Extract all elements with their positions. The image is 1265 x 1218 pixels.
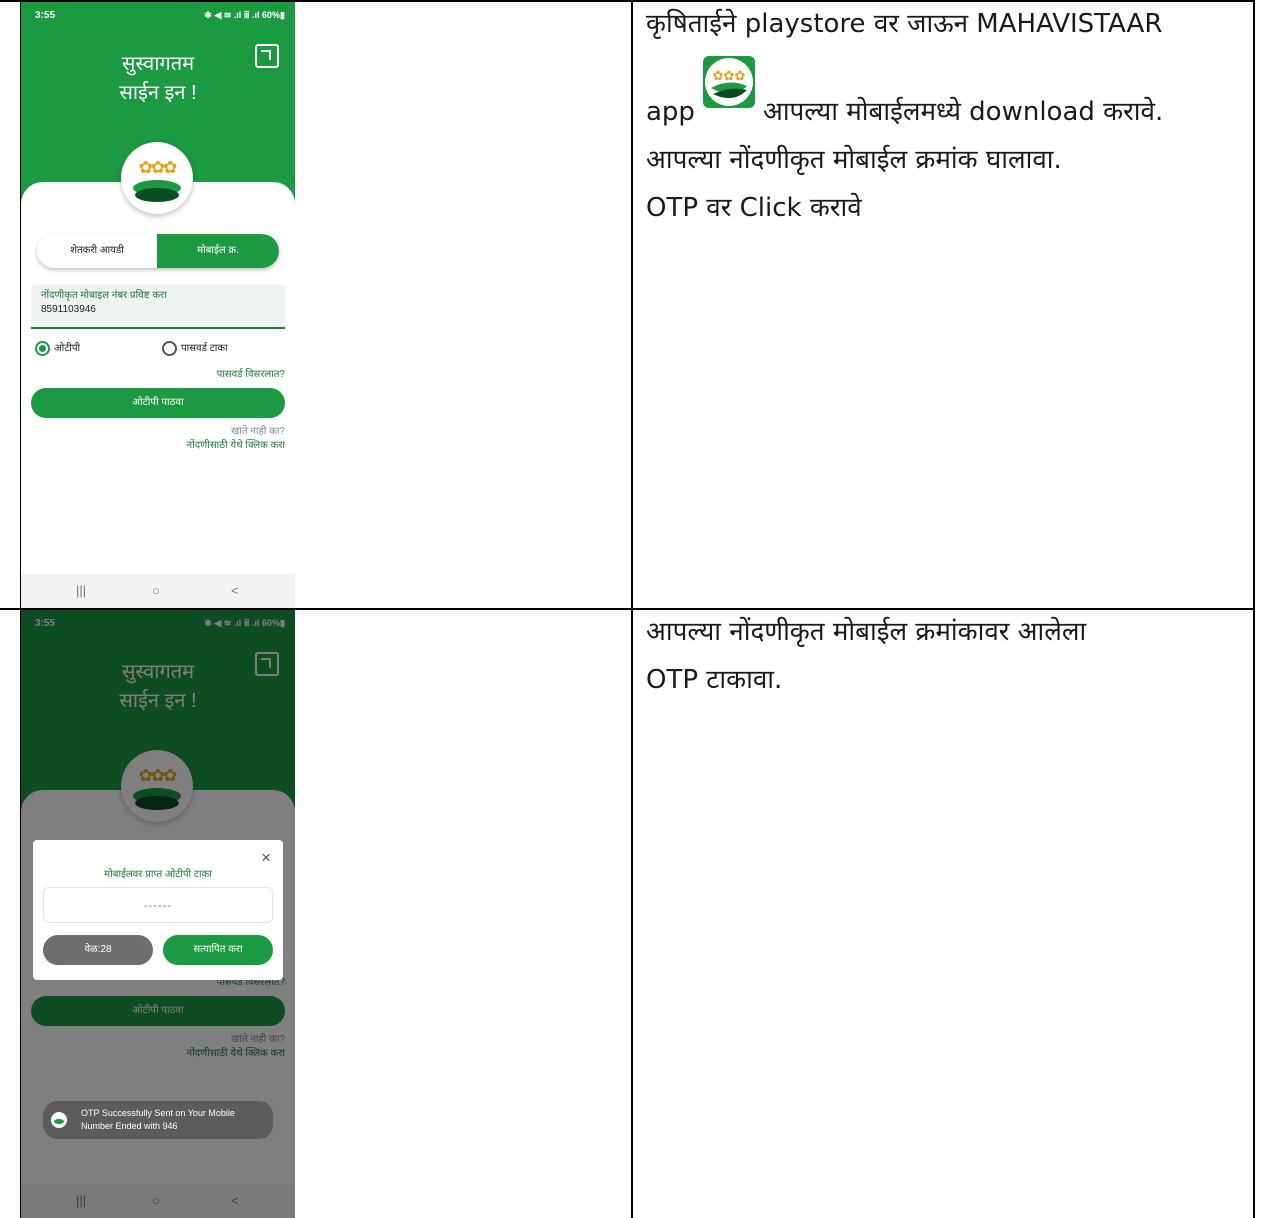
row1-line2: app ✿✿✿ आपल्या मोबाईलमध्ये download कराव…	[646, 56, 1164, 136]
row1-description: कृषिताईने playstore वर जाऊन MAHAVISTAAR …	[646, 0, 1163, 232]
close-icon[interactable]: ×	[261, 848, 271, 868]
welcome-heading: सुस्वागतम साईन इन !	[21, 50, 295, 108]
nav-recent-button[interactable]: |||	[76, 583, 86, 598]
status-icons: ✱ ◀ ≋ .ıl ⅲ .ıl 60%▮	[204, 10, 285, 20]
otp-dialog-title: मोबाईलवर प्राप्त ओटीपी टाका	[104, 869, 212, 880]
status-bar: 3:55 ✱ ◀ ≋ .ıl ⅲ .ıl 60%▮	[35, 10, 285, 24]
otp-sent-toast: OTP Successfully Sent on Your Mobile Num…	[43, 1101, 273, 1139]
svg-text:✿✿✿: ✿✿✿	[713, 69, 746, 84]
mahavistaar-logo-icon	[51, 1112, 67, 1128]
mobile-field-label: नोंदणीकृत मोबाइल नंबर प्रविष्ट करा	[41, 290, 167, 301]
otp-input[interactable]: ------	[43, 887, 273, 923]
row1-line3: आपल्या नोंदणीकृत मोबाईल क्रमांक घालावा.	[646, 145, 1062, 175]
radio-otp-label: ओटीपी	[54, 343, 81, 354]
row1-line4: OTP वर Click करावे	[646, 193, 862, 223]
status-time: 3:55	[35, 10, 56, 21]
toast-line2: Number Ended with 946	[81, 1121, 178, 1131]
toast-line1: OTP Successfully Sent on Your Mobile	[81, 1108, 235, 1118]
resend-timer-button[interactable]: वेळ:28	[43, 935, 153, 965]
register-link[interactable]: नोंदणीसाठी येथे क्लिक करा	[187, 437, 285, 451]
mahavistaar-logo-icon: ✿✿✿	[121, 142, 193, 214]
row1-line2-after: आपल्या मोबाईलमध्ये download करावे.	[762, 97, 1164, 127]
row2-line2: OTP टाकावा.	[646, 665, 783, 695]
forgot-password-link[interactable]: पासवर्ड विसरलात?	[217, 366, 285, 380]
table-column-divider	[631, 0, 633, 1218]
radio-password-label: पासवर्ड टाका	[181, 343, 228, 354]
phone-screenshot-otp: 3:55 ✱ ◀ ≋ .ıl ⅲ .ıl 60%▮ सुस्वागतम साईन…	[21, 610, 295, 1218]
radio-otp[interactable]	[35, 341, 50, 356]
login-mode-toggle: शेतकरी आयडी मोबाईल क्र.	[37, 234, 279, 268]
row1-line2-before: app	[646, 97, 695, 127]
welcome-line2: साईन इन !	[119, 82, 197, 104]
send-otp-button[interactable]: ओटीपी पाठवा	[31, 388, 285, 418]
instruction-table: कृषिताईने playstore वर जाऊन MAHAVISTAAR …	[0, 0, 1265, 1218]
no-account-text: खाते नाही का?	[231, 426, 285, 437]
verify-button[interactable]: सत्यापित करा	[163, 935, 273, 965]
tab-farmer-id[interactable]: शेतकरी आयडी	[37, 234, 157, 268]
tab-mobile-number[interactable]: मोबाईल क्र.	[157, 234, 279, 268]
nav-home-button[interactable]: ○	[152, 583, 160, 598]
mobile-field-value: 8591103946	[41, 304, 96, 315]
mahavistaar-logo-icon: ✿✿✿	[702, 56, 755, 108]
table-border-right	[1253, 0, 1255, 1218]
row1-line1: कृषिताईने playstore वर जाऊन MAHAVISTAAR	[646, 9, 1163, 39]
mobile-number-field[interactable]: नोंदणीकृत मोबाइल नंबर प्रविष्ट करा 85911…	[31, 285, 285, 329]
nav-back-button[interactable]: <	[231, 583, 239, 598]
welcome-line1: सुस्वागतम	[121, 53, 195, 75]
radio-password[interactable]	[162, 341, 177, 356]
otp-dialog: × मोबाईलवर प्राप्त ओटीपी टाका ------ वेळ…	[33, 840, 283, 980]
row2-description: आपल्या नोंदणीकृत मोबाईल क्रमांकावर आलेला…	[646, 608, 1086, 704]
android-nav-bar: ||| ○ <	[21, 574, 295, 608]
phone-screenshot-login: 3:55 ✱ ◀ ≋ .ıl ⅲ .ıl 60%▮ सुस्वागतम साईन…	[21, 2, 295, 608]
row2-line1: आपल्या नोंदणीकृत मोबाईल क्रमांकावर आलेला	[646, 617, 1087, 647]
